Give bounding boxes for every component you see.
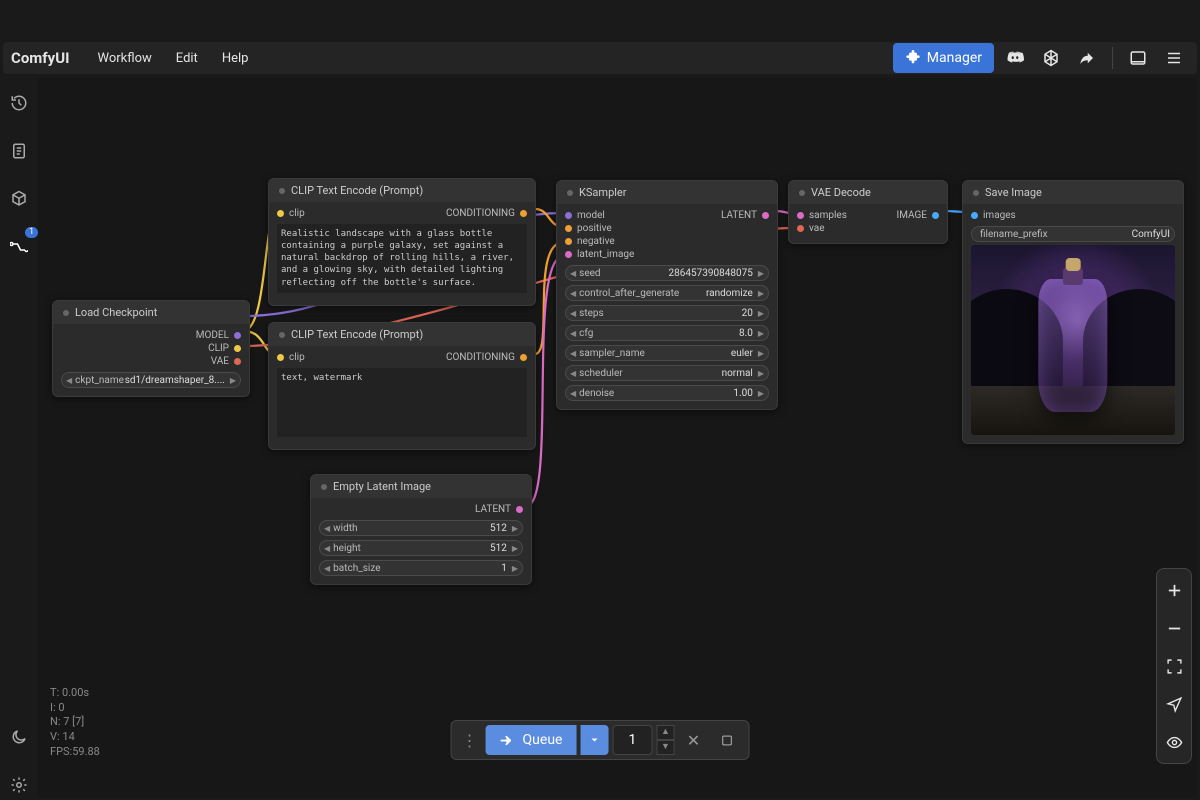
output-image-preview — [971, 245, 1175, 435]
menubar: ComfyUI Workflow Edit Help Manager — [3, 42, 1197, 74]
menu-help[interactable]: Help — [210, 45, 261, 72]
history-icon[interactable] — [4, 88, 34, 118]
node-ksampler[interactable]: KSampler modelLATENT positive negative l… — [556, 180, 778, 410]
document-icon[interactable] — [4, 136, 34, 166]
node-empty-latent[interactable]: Empty Latent Image LATENT ◀width512▶ ◀he… — [310, 474, 532, 585]
node-save-image[interactable]: Save Image images filename_prefixComfyUI — [962, 180, 1184, 444]
param-control-after-generate[interactable]: ◀control_after_generaterandomize▶ — [565, 285, 769, 301]
theme-icon[interactable] — [4, 722, 34, 752]
node-load-checkpoint[interactable]: Load Checkpoint MODEL CLIP VAE ◀ckpt_nam… — [52, 300, 250, 397]
cube-icon[interactable] — [4, 184, 34, 214]
stop-icon[interactable] — [712, 725, 742, 755]
panel-toggle-icon[interactable] — [1123, 43, 1153, 73]
param-denoise[interactable]: ◀denoise1.00▶ — [565, 385, 769, 401]
zoom-out-icon[interactable] — [1159, 613, 1189, 643]
share-icon[interactable] — [1072, 43, 1102, 73]
node-title: Load Checkpoint — [75, 306, 157, 319]
param-filename-prefix[interactable]: filename_prefixComfyUI — [971, 226, 1175, 242]
node-canvas[interactable]: Load Checkpoint MODEL CLIP VAE ◀ckpt_nam… — [38, 78, 1197, 797]
eye-icon[interactable] — [1159, 727, 1189, 757]
settings-icon[interactable] — [4, 770, 34, 800]
node-title: KSampler — [579, 186, 626, 199]
node-title: CLIP Text Encode (Prompt) — [291, 184, 423, 197]
menu-edit[interactable]: Edit — [164, 45, 210, 72]
param-height[interactable]: ◀height512▶ — [319, 540, 523, 556]
stepper-up[interactable]: ▲ — [656, 725, 674, 740]
param-width[interactable]: ◀width512▶ — [319, 520, 523, 536]
community-icon[interactable] — [1036, 43, 1066, 73]
view-toolbar — [1156, 568, 1192, 764]
stepper-down[interactable]: ▼ — [656, 740, 674, 755]
app-logo: ComfyUI — [11, 49, 69, 67]
separator — [1112, 47, 1113, 69]
param-seed[interactable]: ◀seed286457390848075▶ — [565, 265, 769, 281]
grip-icon[interactable]: ⋮ — [458, 731, 482, 750]
manager-label: Manager — [927, 50, 982, 66]
param-cfg[interactable]: ◀cfg8.0▶ — [565, 325, 769, 341]
param-steps[interactable]: ◀steps20▶ — [565, 305, 769, 321]
discord-icon[interactable] — [1000, 43, 1030, 73]
param-scheduler[interactable]: ◀schedulernormal▶ — [565, 365, 769, 381]
queue-toolbar: ⋮ Queue ▲ ▼ ✕ — [451, 720, 750, 760]
locate-icon[interactable] — [1159, 689, 1189, 719]
node-vae-decode[interactable]: VAE Decode samplesIMAGE vae — [788, 180, 948, 244]
node-title: CLIP Text Encode (Prompt) — [291, 328, 423, 341]
zoom-in-icon[interactable] — [1159, 575, 1189, 605]
hamburger-icon[interactable] — [1159, 43, 1189, 73]
node-title: Empty Latent Image — [333, 480, 431, 493]
queue-dropdown[interactable] — [580, 725, 608, 755]
queue-label: Queue — [523, 732, 563, 748]
node-clip-negative[interactable]: CLIP Text Encode (Prompt) clip CONDITION… — [268, 322, 536, 450]
left-sidebar: 1 — [0, 78, 38, 800]
param-batch-size[interactable]: ◀batch_size1▶ — [319, 560, 523, 576]
fit-view-icon[interactable] — [1159, 651, 1189, 681]
workflow-icon[interactable]: 1 — [4, 232, 34, 262]
param-ckpt-name[interactable]: ◀ckpt_name sd1/dreamshaper_8....▶ — [61, 372, 241, 388]
performance-stats: T: 0.00sI: 0N: 7 [7] V: 14FPS:59.88 — [50, 686, 100, 760]
node-clip-positive[interactable]: CLIP Text Encode (Prompt) clip CONDITION… — [268, 178, 536, 306]
positive-prompt-input[interactable] — [277, 224, 527, 293]
menu-workflow[interactable]: Workflow — [85, 45, 163, 72]
manager-button[interactable]: Manager — [893, 43, 994, 73]
node-title: VAE Decode — [811, 186, 871, 199]
negative-prompt-input[interactable] — [277, 368, 527, 437]
node-title: Save Image — [985, 186, 1042, 199]
queue-button[interactable]: Queue — [486, 725, 577, 755]
puzzle-icon — [905, 48, 921, 68]
queue-count-input[interactable] — [612, 725, 652, 755]
cancel-icon[interactable]: ✕ — [678, 725, 708, 755]
workflow-badge: 1 — [25, 227, 38, 238]
param-sampler-name[interactable]: ◀sampler_nameeuler▶ — [565, 345, 769, 361]
queue-stepper: ▲ ▼ — [656, 725, 674, 755]
